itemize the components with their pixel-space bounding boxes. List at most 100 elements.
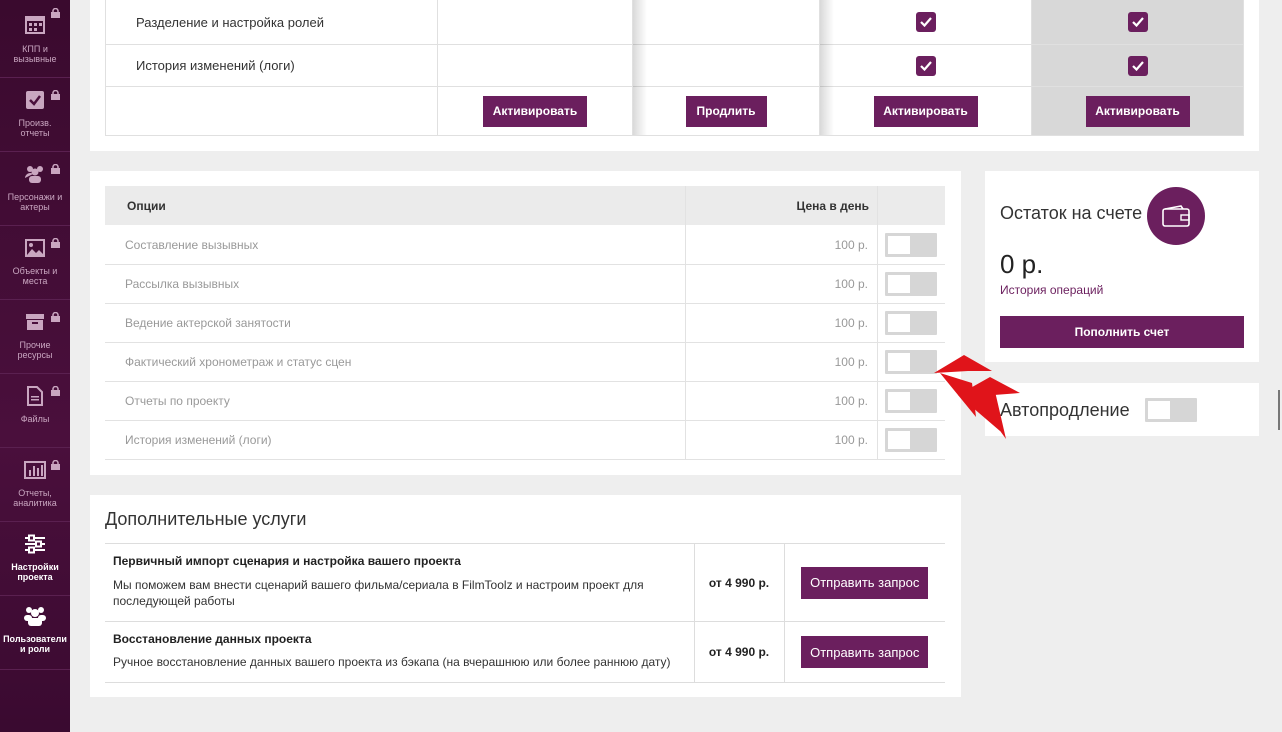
file-icon <box>23 384 47 408</box>
price-column-header: Цена в день <box>796 199 869 213</box>
sidebar-item-label: Настройки проекта <box>11 562 59 582</box>
option-price: 100 р. <box>834 238 868 252</box>
service-price: от 4 990 р. <box>693 621 785 683</box>
option-name: История изменений (логи) <box>125 433 272 447</box>
lock-icon <box>51 237 60 248</box>
extend-button[interactable]: Продлить <box>685 95 767 127</box>
check-icon <box>1127 55 1148 76</box>
option-price: 100 р. <box>834 316 868 330</box>
service-description: Ручное восстановление данных вашего прое… <box>113 655 671 669</box>
option-price: 100 р. <box>834 394 868 408</box>
sidebar-item-resources[interactable]: Прочие ресурсы <box>0 300 70 374</box>
sidebar-item-analytics[interactable]: Отчеты, аналитика <box>0 448 70 522</box>
service-price: от 4 990 р. <box>693 543 785 622</box>
option-toggle[interactable] <box>885 389 937 413</box>
option-row: История изменений (логи) 100 р. <box>105 421 945 460</box>
topup-button[interactable]: Пополнить счет <box>1000 316 1244 348</box>
sidebar-item-reports[interactable]: Произв. отчеты <box>0 78 70 152</box>
balance-card: Остаток на счете 0 р. История операций П… <box>985 171 1259 362</box>
service-description: Мы поможем вам внести сценарий вашего фи… <box>113 578 644 608</box>
balance-amount: 0 р. <box>1000 249 1044 279</box>
column-shadow <box>633 0 647 135</box>
option-name: Составление вызывных <box>125 238 259 252</box>
sidebar-item-label: Пользователи и роли <box>3 634 67 654</box>
chart-icon <box>23 458 47 482</box>
option-toggle[interactable] <box>885 350 937 374</box>
autorenew-toggle[interactable] <box>1145 398 1197 422</box>
option-name: Рассылка вызывных <box>125 277 240 291</box>
operations-history-link[interactable]: История операций <box>1000 283 1103 297</box>
column-divider <box>877 186 878 460</box>
column-divider <box>685 186 686 460</box>
wallet-icon <box>1147 187 1205 245</box>
sidebar-item-project-settings[interactable]: Настройки проекта <box>0 522 70 596</box>
sidebar-item-label: Произв. отчеты <box>18 118 52 138</box>
send-request-button[interactable]: Отправить запрос <box>801 636 929 668</box>
option-price: 100 р. <box>834 355 868 369</box>
feature-label: Разделение и настройка ролей <box>105 0 438 45</box>
option-name: Отчеты по проекту <box>125 394 230 408</box>
check-icon <box>915 12 936 32</box>
table-row: Разделение и настройка ролей <box>105 0 1244 45</box>
sidebar-item-label: КПП и вызывные <box>13 44 57 64</box>
balance-title: Остаток на счете <box>1000 203 1143 223</box>
feature-label: История изменений (логи) <box>105 44 438 87</box>
lock-icon <box>51 7 60 18</box>
option-name: Фактический хронометраж и статус сцен <box>125 355 352 369</box>
table-row: Восстановление данных проекта Ручное вос… <box>105 621 945 683</box>
option-toggle[interactable] <box>885 428 937 452</box>
archive-icon <box>23 310 47 334</box>
option-row: Отчеты по проекту 100 р. <box>105 382 945 421</box>
table-row: Активировать Продлить Активировать Актив… <box>105 86 1244 136</box>
sidebar-item-label: Объекты и места <box>12 266 58 286</box>
sidebar-item-files[interactable]: Файлы <box>0 374 70 448</box>
red-arrow-icon <box>934 355 1020 439</box>
option-price: 100 р. <box>834 433 868 447</box>
checkbox-icon <box>23 88 47 112</box>
option-row: Рассылка вызывных 100 р. <box>105 265 945 304</box>
table-row: Первичный импорт сценария и настройка ва… <box>105 543 945 622</box>
sidebar-item-label: Персонажи и актеры <box>7 192 63 212</box>
image-icon <box>23 236 47 260</box>
table-row: История изменений (логи) <box>105 44 1244 87</box>
sidebar: КПП и вызывные Произв. отчеты Персонажи … <box>0 0 70 732</box>
option-toggle[interactable] <box>885 272 937 296</box>
sidebar-item-locations[interactable]: Объекты и места <box>0 226 70 300</box>
sidebar-item-label: Отчеты, аналитика <box>13 488 57 508</box>
scroll-indicator <box>1278 390 1280 430</box>
column-shadow <box>820 0 834 135</box>
lock-icon <box>51 385 60 396</box>
people-icon <box>23 162 47 186</box>
option-row: Ведение актерской занятости 100 р. <box>105 304 945 343</box>
service-name: Восстановление данных проекта <box>113 632 312 646</box>
sidebar-item-users[interactable]: Пользователи и роли <box>0 596 70 670</box>
sidebar-item-callsheets[interactable]: КПП и вызывные <box>0 0 70 78</box>
option-row: Составление вызывных 100 р. <box>105 226 945 265</box>
option-price: 100 р. <box>834 277 868 291</box>
sidebar-item-label: Файлы <box>20 414 50 424</box>
lock-icon <box>51 311 60 322</box>
activate-button[interactable]: Активировать <box>483 95 587 127</box>
plans-table: Разделение и настройка ролей История изм… <box>105 0 1244 136</box>
check-icon <box>1127 12 1148 32</box>
option-name: Ведение актерской занятости <box>125 316 291 330</box>
options-header: Опции Цена в день <box>105 186 945 225</box>
users-icon <box>23 604 47 628</box>
activate-button[interactable]: Активировать <box>873 95 978 127</box>
lock-icon <box>51 163 60 174</box>
services-table: Первичный импорт сценария и настройка ва… <box>105 543 945 683</box>
options-column-header: Опции <box>127 199 166 213</box>
send-request-button[interactable]: Отправить запрос <box>801 566 929 599</box>
service-name: Первичный импорт сценария и настройка ва… <box>113 554 461 568</box>
services-title: Дополнительные услуги <box>105 509 307 529</box>
sidebar-item-label: Прочие ресурсы <box>17 340 53 360</box>
option-row: Фактический хронометраж и статус сцен 10… <box>105 343 945 382</box>
activate-button[interactable]: Активировать <box>1085 95 1190 127</box>
autorenew-card: Автопродление <box>985 383 1259 436</box>
calendar-icon <box>23 12 47 36</box>
sidebar-item-characters[interactable]: Персонажи и актеры <box>0 152 70 226</box>
option-toggle[interactable] <box>885 233 937 257</box>
option-toggle[interactable] <box>885 311 937 335</box>
check-icon <box>915 55 936 76</box>
lock-icon <box>51 459 60 470</box>
